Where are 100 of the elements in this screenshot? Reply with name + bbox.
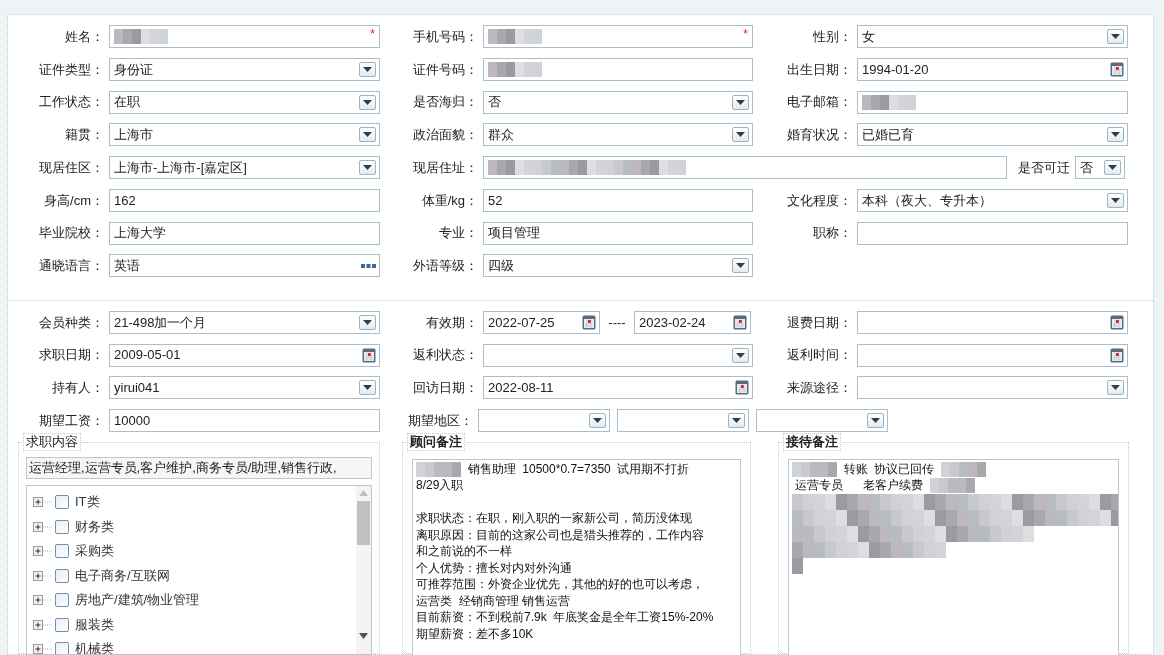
select-field[interactable]: yirui041: [109, 376, 380, 400]
date-field[interactable]: 2023-02-24: [634, 310, 751, 334]
select-field[interactable]: 已婚已育: [857, 123, 1128, 147]
text-field[interactable]: 上海大学: [109, 221, 380, 245]
more-icon[interactable]: [361, 263, 376, 268]
expand-icon[interactable]: [33, 644, 52, 654]
checkbox[interactable]: [55, 544, 69, 559]
select-field[interactable]: 上海市: [109, 123, 380, 147]
tree-item[interactable]: IT类: [75, 492, 100, 512]
field-label: 工作状态：: [38, 93, 105, 112]
blurred-text: [941, 461, 986, 477]
field-label: 毕业院校：: [38, 224, 105, 243]
select-field[interactable]: [857, 376, 1128, 400]
select-field[interactable]: 四级: [483, 254, 753, 278]
calendar-icon[interactable]: [1110, 314, 1124, 330]
date-field[interactable]: [857, 310, 1128, 334]
field-label: 是否可迁: [1018, 158, 1071, 177]
tree-item[interactable]: 财务类: [75, 516, 114, 537]
field-label: 退费日期：: [786, 313, 853, 332]
select-field[interactable]: 上海市-上海市-[嘉定区]: [109, 156, 380, 180]
date-field[interactable]: 2022-08-11: [483, 376, 753, 400]
field-label: 会员种类：: [38, 313, 105, 332]
section-title: 求职内容: [23, 432, 81, 451]
text-field[interactable]: 52: [483, 188, 753, 212]
checkbox[interactable]: [55, 593, 69, 608]
calendar-icon[interactable]: [1110, 61, 1124, 77]
expand-icon[interactable]: [33, 521, 52, 532]
blurred-text: [792, 461, 837, 477]
field-label: 体重/kg：: [420, 191, 479, 210]
range-separator: ----: [607, 313, 627, 332]
tree-item[interactable]: 服装类: [75, 614, 114, 635]
text-field[interactable]: [483, 156, 1007, 180]
expand-icon[interactable]: [33, 595, 52, 606]
calendar-icon[interactable]: [733, 314, 747, 330]
field-label: 专业：: [438, 224, 479, 243]
notes-textarea[interactable]: 销售助理 10500*0.7=7350 试用期不打折 8/29入职 求职状态：在职，刚入职的一家新公司，简历没体现 离职原因：目前的这家公司也是猎头推荐的，工作内容 和之前说的不一样 个人优势：擅长对内对外沟通 可推荐范围：外资企业优先，其他的好的也可以考虑， 运营类 经销商管理 销售运营 目前薪资：不到税前7.9k 年底奖金是全年工资15%-20% 期望薪资：差不多10K: [412, 458, 741, 655]
select-field[interactable]: 在职: [109, 90, 380, 114]
expand-icon[interactable]: [33, 619, 52, 630]
calendar-icon[interactable]: [1110, 347, 1124, 363]
field-label: 文化程度：: [786, 191, 853, 210]
lookup-field[interactable]: 英语: [109, 254, 380, 278]
field-label: 性别：: [812, 27, 853, 46]
tree-item[interactable]: 电子商务/互联网: [75, 565, 170, 586]
calendar-icon[interactable]: [735, 380, 749, 396]
field-label: 求职日期：: [38, 346, 105, 365]
field-label: 证件号码：: [412, 60, 479, 79]
select-field[interactable]: 群众: [483, 123, 753, 147]
checkbox[interactable]: [55, 519, 69, 534]
text-field[interactable]: [857, 221, 1128, 245]
select-field[interactable]: 本科（夜大、专升本）: [857, 188, 1128, 212]
calendar-icon[interactable]: [582, 314, 596, 330]
date-field[interactable]: 1994-01-20: [857, 57, 1128, 81]
calendar-icon[interactable]: [362, 347, 376, 363]
checkbox[interactable]: [55, 495, 69, 510]
expand-icon[interactable]: [33, 570, 52, 581]
select-field[interactable]: [478, 409, 610, 433]
section-title: 接待备注: [783, 432, 841, 451]
select-field[interactable]: 身份证: [109, 57, 380, 81]
tree-item[interactable]: 房地产/建筑/物业管理: [75, 590, 200, 610]
select-field[interactable]: 否: [483, 90, 753, 114]
checkbox[interactable]: [55, 568, 69, 583]
text-field[interactable]: 项目管理: [483, 221, 753, 245]
text-field[interactable]: 10000: [109, 409, 380, 433]
text-field[interactable]: [857, 90, 1128, 114]
checkbox[interactable]: [55, 642, 69, 654]
checkbox[interactable]: [55, 617, 69, 632]
expand-icon[interactable]: [33, 546, 52, 557]
section-title: 顾问备注: [407, 432, 465, 451]
field-label: 回访日期：: [412, 379, 479, 398]
selected-jobs-field[interactable]: 运营经理,运营专员,客户维护,商务专员/助理,销售行政,: [26, 456, 372, 479]
field-label: 籍贯：: [64, 126, 105, 145]
required-mark: *: [370, 26, 375, 43]
text-field[interactable]: [483, 57, 753, 81]
field-label: 外语等级：: [412, 257, 479, 276]
field-label: 返利时间：: [786, 346, 853, 365]
select-field[interactable]: 女: [857, 25, 1128, 48]
select-field[interactable]: 21-498加一个月: [109, 310, 380, 334]
date-field[interactable]: 2022-07-25: [483, 310, 600, 334]
field-label: 身高/cm：: [43, 191, 105, 210]
date-field[interactable]: [857, 343, 1128, 367]
text-field[interactable]: *: [109, 25, 380, 48]
scroll-down-icon[interactable]: [359, 632, 368, 639]
select-field[interactable]: [756, 409, 888, 433]
select-field[interactable]: [483, 343, 753, 367]
text-field[interactable]: 162: [109, 188, 380, 212]
field-label: 职称：: [812, 224, 853, 243]
field-label: 返利状态：: [412, 346, 479, 365]
field-label: 期望工资：: [38, 411, 105, 430]
notes-textarea[interactable]: 转账 协议已回传 运营专员 老客户续费: [788, 458, 1119, 655]
date-field[interactable]: 2009-05-01: [109, 343, 380, 367]
field-label: 婚育状况：: [786, 126, 853, 145]
field-label: 有效期：: [425, 313, 479, 332]
field-label: 手机号码：: [412, 27, 479, 46]
text-field[interactable]: *: [483, 25, 753, 48]
select-field[interactable]: 否: [1075, 156, 1125, 180]
expand-icon[interactable]: [33, 497, 52, 508]
select-field[interactable]: [617, 409, 749, 433]
scrollbar[interactable]: [356, 485, 371, 654]
tree-item[interactable]: 采购类: [75, 541, 114, 561]
scrollbar-thumb[interactable]: [357, 500, 370, 545]
